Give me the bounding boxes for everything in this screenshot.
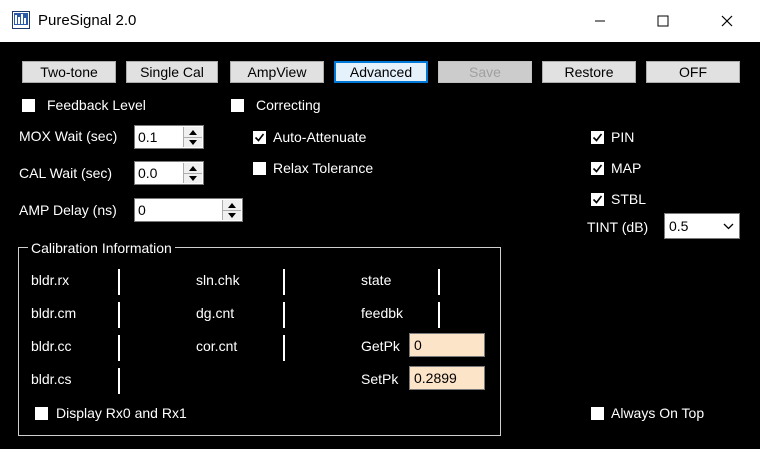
- amp-delay-spinner[interactable]: 0: [134, 198, 243, 222]
- stbl-checkbox[interactable]: [591, 193, 604, 206]
- two-tone-button[interactable]: Two-tone: [22, 61, 116, 83]
- stbl-label: STBL: [611, 191, 647, 207]
- bldr-rx-label: bldr.rx: [31, 272, 70, 288]
- bldr-cs-value-bar: [118, 368, 120, 394]
- pin-checkbox[interactable]: [591, 131, 604, 144]
- cal-wait-value: 0.0: [138, 165, 158, 181]
- map-label: MAP: [611, 160, 642, 176]
- advanced-button[interactable]: Advanced: [334, 61, 428, 83]
- arrow-up-icon: [228, 202, 236, 208]
- tint-select[interactable]: 0.5: [664, 213, 740, 239]
- save-button[interactable]: Save: [438, 61, 532, 83]
- amp-delay-label: AMP Delay (ns): [19, 202, 117, 218]
- pin-label: PIN: [611, 129, 635, 145]
- bldr-cc-label: bldr.cc: [31, 338, 72, 354]
- single-cal-button[interactable]: Single Cal: [126, 61, 218, 83]
- cor-cnt-value-bar: [283, 335, 285, 361]
- bldr-rx-value-bar: [118, 269, 120, 295]
- correcting-checkbox[interactable]: [231, 99, 244, 112]
- state-value-bar: [438, 269, 440, 295]
- auto-attenuate-checkbox[interactable]: [253, 131, 266, 144]
- relax-tolerance-checkbox[interactable]: [253, 162, 266, 175]
- arrow-down-icon: [189, 175, 197, 181]
- calibration-group-title: Calibration Information: [28, 240, 175, 256]
- bldr-cm-value-bar: [118, 302, 120, 328]
- bldr-cs-label: bldr.cs: [31, 371, 72, 387]
- app-icon: [12, 11, 30, 29]
- cal-wait-spinner[interactable]: 0.0: [134, 161, 204, 185]
- cal-wait-down-button[interactable]: [184, 173, 202, 183]
- dg-cnt-label: dg.cnt: [196, 305, 235, 321]
- maximize-button[interactable]: [640, 0, 686, 42]
- window-title: PureSignal 2.0: [38, 12, 137, 29]
- sln-chk-value-bar: [283, 269, 285, 295]
- arrow-up-icon: [189, 129, 197, 135]
- state-label: state: [361, 272, 392, 288]
- display-rx-checkbox[interactable]: [35, 407, 48, 420]
- arrow-down-icon: [228, 212, 236, 218]
- checkmark-icon: [592, 195, 603, 204]
- arrow-down-icon: [189, 139, 197, 145]
- sln-chk-label: sln.chk: [196, 272, 240, 288]
- relax-tolerance-label: Relax Tolerance: [273, 160, 374, 176]
- bldr-cm-label: bldr.cm: [31, 305, 77, 321]
- minimize-button[interactable]: [577, 0, 623, 42]
- always-on-top-label: Always On Top: [611, 405, 705, 421]
- checkmark-icon: [254, 133, 265, 142]
- always-on-top-checkbox[interactable]: [591, 407, 604, 420]
- dg-cnt-value-bar: [283, 302, 285, 328]
- tint-label: TINT (dB): [587, 219, 649, 235]
- tint-value: 0.5: [669, 218, 689, 234]
- setpk-field[interactable]: 0.2899: [409, 366, 485, 390]
- ampview-button[interactable]: AmpView: [230, 61, 324, 83]
- checkmark-icon: [592, 133, 603, 142]
- off-button[interactable]: OFF: [646, 61, 740, 83]
- mox-wait-down-button[interactable]: [184, 137, 202, 147]
- feedbk-label: feedbk: [361, 305, 404, 321]
- amp-delay-value: 0: [138, 202, 146, 218]
- checkmark-icon: [592, 164, 603, 173]
- bldr-cc-value-bar: [118, 335, 120, 361]
- mox-wait-label: MOX Wait (sec): [19, 128, 118, 144]
- cal-wait-label: CAL Wait (sec): [19, 165, 113, 181]
- getpk-field[interactable]: 0: [409, 333, 485, 357]
- auto-attenuate-label: Auto-Attenuate: [273, 129, 367, 145]
- correcting-label: Correcting: [256, 97, 321, 113]
- feedback-level-checkbox[interactable]: [22, 99, 35, 112]
- getpk-label: GetPk: [361, 338, 400, 354]
- close-button[interactable]: [704, 0, 750, 42]
- feedback-level-label: Feedback Level: [47, 97, 146, 113]
- arrow-up-icon: [189, 165, 197, 171]
- cor-cnt-label: cor.cnt: [196, 338, 238, 354]
- maximize-icon: [657, 15, 669, 27]
- feedbk-value-bar: [438, 302, 440, 328]
- chevron-down-icon: [723, 223, 734, 230]
- amp-delay-down-button[interactable]: [223, 210, 241, 220]
- title-bar: PureSignal 2.0: [0, 0, 760, 42]
- mox-wait-spinner[interactable]: 0.1: [134, 125, 204, 149]
- close-icon: [721, 15, 733, 27]
- map-checkbox[interactable]: [591, 162, 604, 175]
- mox-wait-value: 0.1: [138, 129, 158, 145]
- restore-button[interactable]: Restore: [542, 61, 636, 83]
- display-rx-label: Display Rx0 and Rx1: [56, 405, 187, 421]
- setpk-label: SetPk: [361, 371, 399, 387]
- minimize-icon: [595, 20, 605, 22]
